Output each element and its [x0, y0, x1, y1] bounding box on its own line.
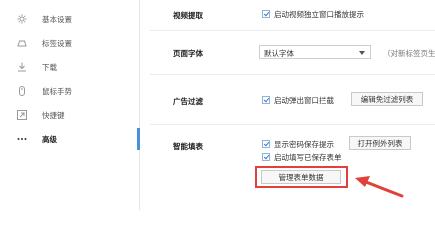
sidebar-divider — [139, 0, 140, 210]
sidebar-item-label: 快捷键 — [42, 110, 65, 120]
ad-filter-label: 广告过滤 — [173, 97, 203, 106]
sidebar-item-label: 基本设置 — [42, 14, 72, 24]
divider — [150, 30, 435, 31]
font-select[interactable]: 默认字体 — [259, 45, 371, 59]
sidebar-item-tab-settings[interactable]: 标签设置 — [0, 32, 138, 54]
sidebar-item-label: 鼠标手势 — [42, 86, 72, 96]
gear-icon — [17, 14, 27, 24]
popup-block-checkbox-label: 启动弹出窗口拦截 — [274, 96, 334, 105]
autofill-forms-checkbox[interactable] — [262, 153, 270, 161]
sidebar: 基本设置 标签设置 下载 鼠标手势 快捷键 高级 — [0, 0, 138, 210]
settings-window: 基本设置 标签设置 下载 鼠标手势 快捷键 高级 视频提取 启动视频独立窗口播放… — [0, 0, 435, 210]
sidebar-item-basic-settings[interactable]: 基本设置 — [0, 8, 138, 30]
autofill-label: 智能填表 — [173, 142, 203, 151]
sidebar-item-advanced[interactable]: 高级 — [0, 128, 138, 150]
sidebar-item-shortcuts[interactable]: 快捷键 — [0, 104, 138, 126]
sidebar-item-mouse-gestures[interactable]: 鼠标手势 — [0, 80, 138, 102]
sidebar-item-label: 标签设置 — [42, 38, 72, 48]
sidebar-item-download[interactable]: 下载 — [0, 56, 138, 78]
sidebar-item-label: 下载 — [42, 62, 57, 72]
arrow-icon — [355, 176, 404, 198]
divider — [150, 124, 435, 125]
keyboard-icon — [17, 110, 27, 120]
sidebar-item-label: 高级 — [42, 134, 57, 144]
font-select-value: 默认字体 — [264, 49, 294, 58]
chevron-down-icon — [359, 51, 365, 55]
more-icon — [17, 134, 27, 144]
password-prompt-checkbox-label: 显示密码保存提示 — [274, 140, 334, 149]
popup-block-checkbox[interactable] — [262, 96, 270, 104]
tab-icon — [17, 38, 27, 48]
video-extract-label: 视频提取 — [173, 11, 203, 20]
divider — [150, 74, 435, 75]
page-font-label: 页面字体 — [173, 49, 203, 58]
font-note: （对新标签页生 — [383, 49, 435, 58]
password-prompt-checkbox[interactable] — [262, 140, 270, 148]
download-icon — [17, 62, 27, 72]
active-indicator — [137, 128, 140, 150]
edit-whitelist-button[interactable]: 编辑免过滤列表 — [351, 92, 423, 106]
mouse-icon — [17, 86, 27, 96]
video-popup-checkbox-label: 启动视频独立窗口播放提示 — [274, 10, 364, 19]
manage-form-data-button[interactable]: 管理表单数据 — [261, 170, 341, 184]
video-popup-checkbox[interactable] — [262, 10, 270, 18]
autofill-forms-checkbox-label: 启动填写已保存表单 — [274, 153, 342, 162]
open-exception-list-button[interactable]: 打开例外列表 — [349, 136, 411, 150]
